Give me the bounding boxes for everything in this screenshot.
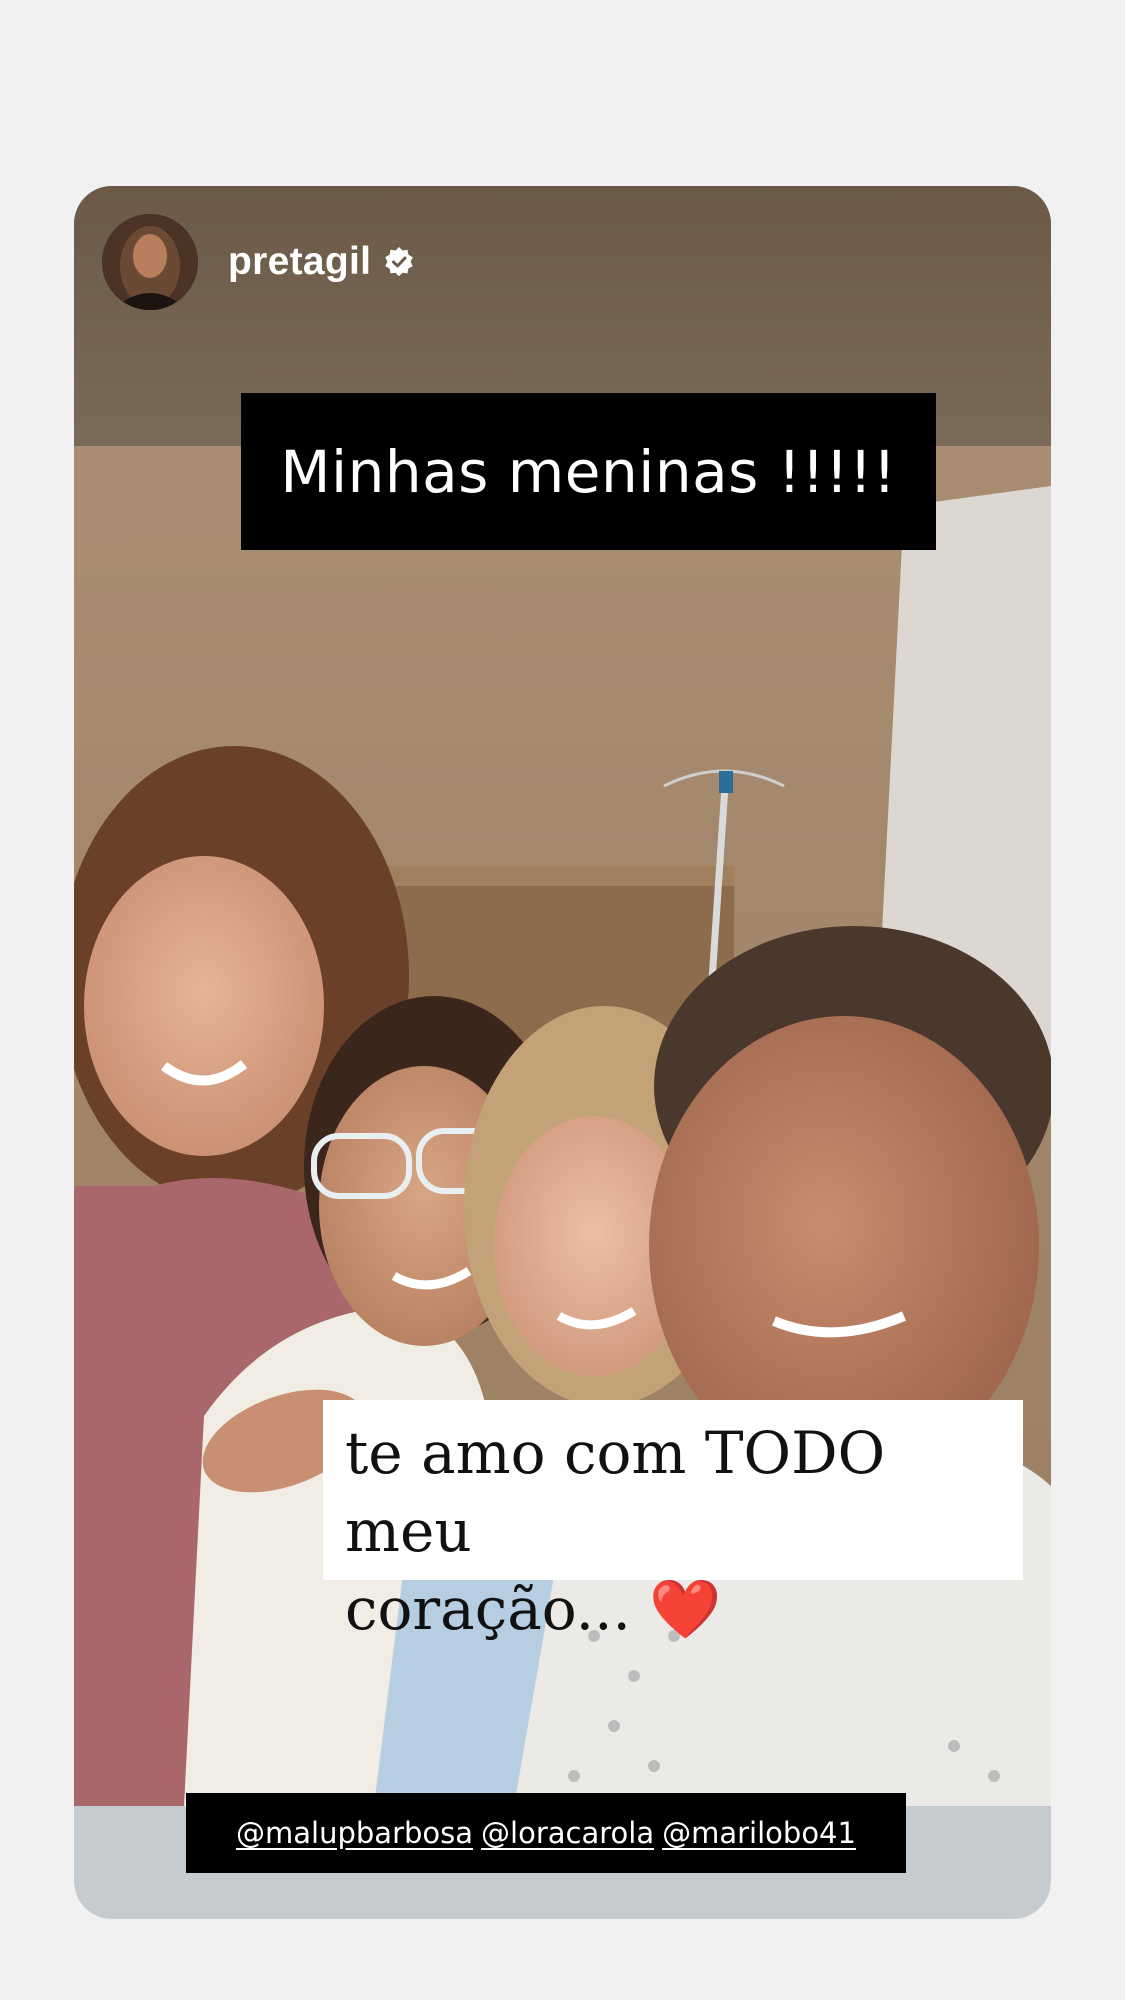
- caption-text-sticker: te amo com TODO meu coração... ❤️: [323, 1400, 1023, 1643]
- story-header: pretagil: [102, 214, 415, 310]
- verified-badge-icon: [385, 247, 414, 277]
- story-card[interactable]: pretagil Minhas meninas !!!!! @malupbarb…: [74, 186, 1051, 1919]
- title-text-sticker: Minhas meninas !!!!!: [241, 393, 936, 550]
- mention-link[interactable]: @loracarola: [481, 1816, 654, 1850]
- username[interactable]: pretagil: [228, 240, 371, 284]
- caption-line-1: te amo com TODO meu: [345, 1419, 886, 1565]
- heart-emoji-icon: ❤️: [649, 1575, 722, 1643]
- mention-link[interactable]: @malupbarbosa: [236, 1816, 473, 1850]
- profile-avatar[interactable]: [102, 214, 198, 310]
- mention-link[interactable]: @marilobo41: [662, 1816, 856, 1850]
- caption-line-2-wrap: coração... ❤️: [345, 1570, 1005, 1648]
- title-sticker-text: Minhas meninas !!!!!: [280, 437, 897, 506]
- mentions-sticker: @malupbarbosa @loracarola @marilobo41: [186, 1793, 906, 1873]
- caption-line-2: coração...: [345, 1575, 631, 1643]
